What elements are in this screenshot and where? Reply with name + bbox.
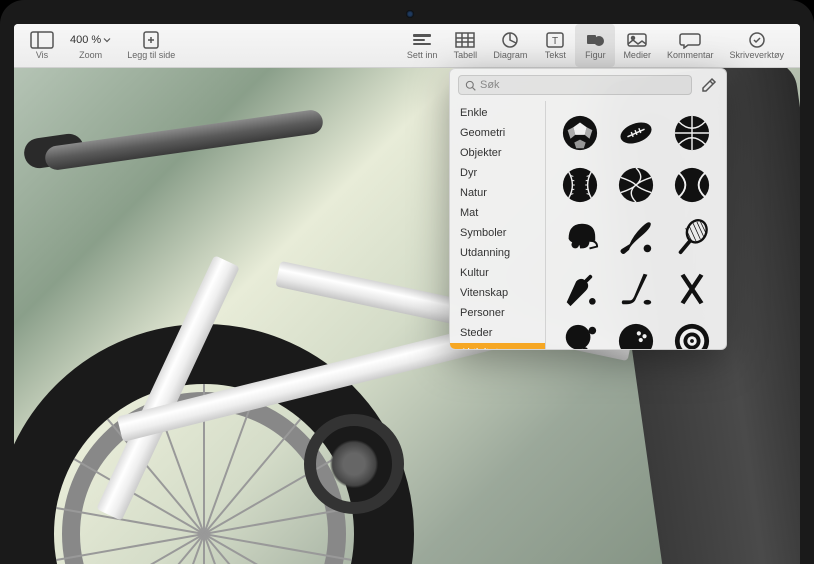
chevron-down-icon	[103, 36, 111, 44]
dartboard-icon[interactable]	[670, 319, 714, 349]
zoom-dropdown[interactable]: 400 % Zoom	[62, 24, 119, 67]
table-button[interactable]: Tabell	[445, 24, 485, 67]
bicycle-handlebar	[44, 88, 364, 208]
category-item[interactable]: Kultur	[450, 263, 545, 283]
chart-icon	[498, 31, 522, 49]
svg-text:T: T	[552, 36, 558, 47]
pencil-icon	[700, 76, 718, 94]
category-item[interactable]: Symboler	[450, 223, 545, 243]
comment-button[interactable]: Kommentar	[659, 24, 722, 67]
tennis-ball-icon[interactable]	[670, 163, 714, 207]
chart-button[interactable]: Diagram	[485, 24, 535, 67]
search-icon	[465, 80, 476, 91]
shapes-search-input[interactable]: Søk	[458, 75, 692, 95]
laptop-camera	[406, 10, 414, 18]
volleyball-icon[interactable]	[614, 163, 658, 207]
category-item[interactable]: Utdanning	[450, 243, 545, 263]
comment-icon	[678, 31, 702, 49]
edit-shapes-button[interactable]	[700, 76, 718, 94]
basketball-icon[interactable]	[670, 111, 714, 155]
add-page-button[interactable]: Legg til side	[119, 24, 183, 67]
add-page-icon	[139, 31, 163, 49]
category-item[interactable]: Personer	[450, 303, 545, 323]
shapes-popover: Søk Enkle Geometri Objekter Dyr Natur Ma…	[449, 68, 727, 350]
category-item[interactable]: Geometri	[450, 123, 545, 143]
category-item[interactable]: Aktiviteter	[450, 343, 545, 349]
football-helmet-icon[interactable]	[558, 215, 602, 259]
soccer-ball-icon[interactable]	[558, 111, 602, 155]
insert-button[interactable]: Sett inn	[399, 24, 446, 67]
hockey-stick-icon[interactable]	[614, 267, 658, 311]
view-button[interactable]: Vis	[22, 24, 62, 67]
bicycle-pedals	[304, 414, 424, 534]
shapes-grid	[546, 101, 726, 349]
text-button[interactable]: T Tekst	[535, 24, 575, 67]
category-item[interactable]: Mat	[450, 203, 545, 223]
table-icon	[453, 31, 477, 49]
shape-button[interactable]: Figur	[575, 24, 615, 67]
writing-tools-icon	[745, 31, 769, 49]
american-football-icon[interactable]	[614, 111, 658, 155]
category-item[interactable]: Dyr	[450, 163, 545, 183]
baseball-bat-icon[interactable]	[614, 215, 658, 259]
baseball-icon[interactable]	[558, 163, 602, 207]
toolbar: Vis 400 % Zoom Legg til side S	[14, 24, 800, 68]
insert-icon	[410, 31, 434, 49]
category-item[interactable]: Enkle	[450, 103, 545, 123]
category-item[interactable]: Vitenskap	[450, 283, 545, 303]
media-button[interactable]: Medier	[615, 24, 659, 67]
shape-category-list[interactable]: Enkle Geometri Objekter Dyr Natur Mat Sy…	[450, 101, 546, 349]
media-icon	[625, 31, 649, 49]
shape-icon	[583, 31, 607, 49]
ping-pong-icon[interactable]	[558, 319, 602, 349]
category-item[interactable]: Objekter	[450, 143, 545, 163]
tennis-racket-icon[interactable]	[670, 215, 714, 259]
category-item[interactable]: Natur	[450, 183, 545, 203]
crossed-skis-icon[interactable]	[670, 267, 714, 311]
cricket-bat-icon[interactable]	[558, 267, 602, 311]
sidebar-icon	[30, 31, 54, 49]
writing-tools-button[interactable]: Skriveverktøy	[721, 24, 792, 67]
text-icon: T	[543, 31, 567, 49]
bowling-ball-icon[interactable]	[614, 319, 658, 349]
category-item[interactable]: Steder	[450, 323, 545, 343]
